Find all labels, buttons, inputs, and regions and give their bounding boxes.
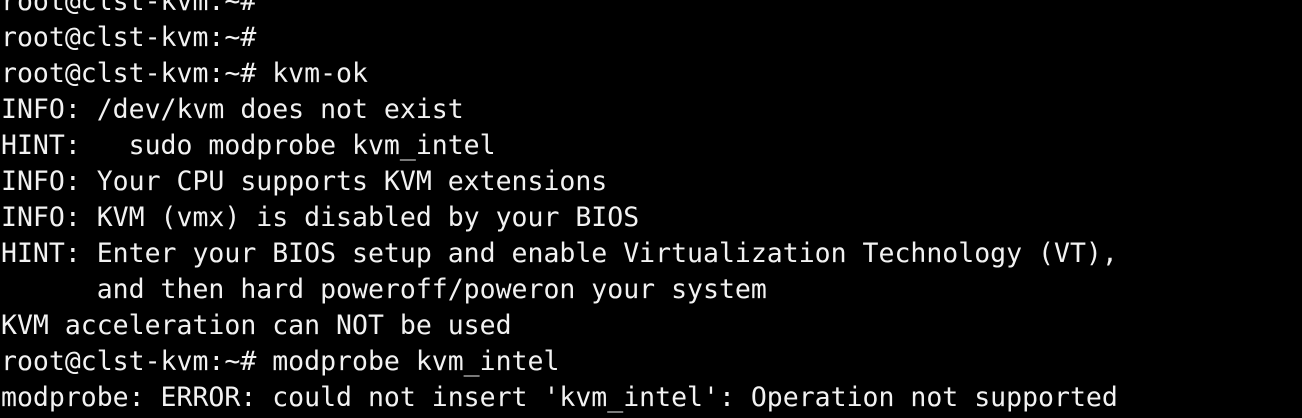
terminal-line-output: INFO: KVM (vmx) is disabled by your BIOS (1, 202, 640, 233)
terminal-line-output: KVM acceleration can NOT be used (1, 310, 512, 341)
terminal-line-command: root@clst-kvm:~# modprobe kvm_intel (1, 346, 560, 377)
terminal-line-error: modprobe: ERROR: could not insert 'kvm_i… (1, 382, 1118, 413)
terminal-window[interactable]: root@clst-kvm:~# root@clst-kvm:~# root@c… (0, 0, 1302, 418)
terminal-output: root@clst-kvm:~# root@clst-kvm:~# root@c… (1, 0, 1118, 416)
terminal-line-prompt: root@clst-kvm:~# (1, 22, 257, 53)
terminal-line-output: HINT: sudo modprobe kvm_intel (1, 130, 496, 161)
terminal-line-output: HINT: Enter your BIOS setup and enable V… (1, 238, 1118, 269)
terminal-line-command: root@clst-kvm:~# kvm-ok (1, 58, 368, 89)
terminal-line-prompt: root@clst-kvm:~# (1, 0, 257, 17)
terminal-line-output: and then hard poweroff/poweron your syst… (1, 274, 767, 305)
terminal-line-output: INFO: /dev/kvm does not exist (1, 94, 464, 125)
terminal-line-output: INFO: Your CPU supports KVM extensions (1, 166, 608, 197)
